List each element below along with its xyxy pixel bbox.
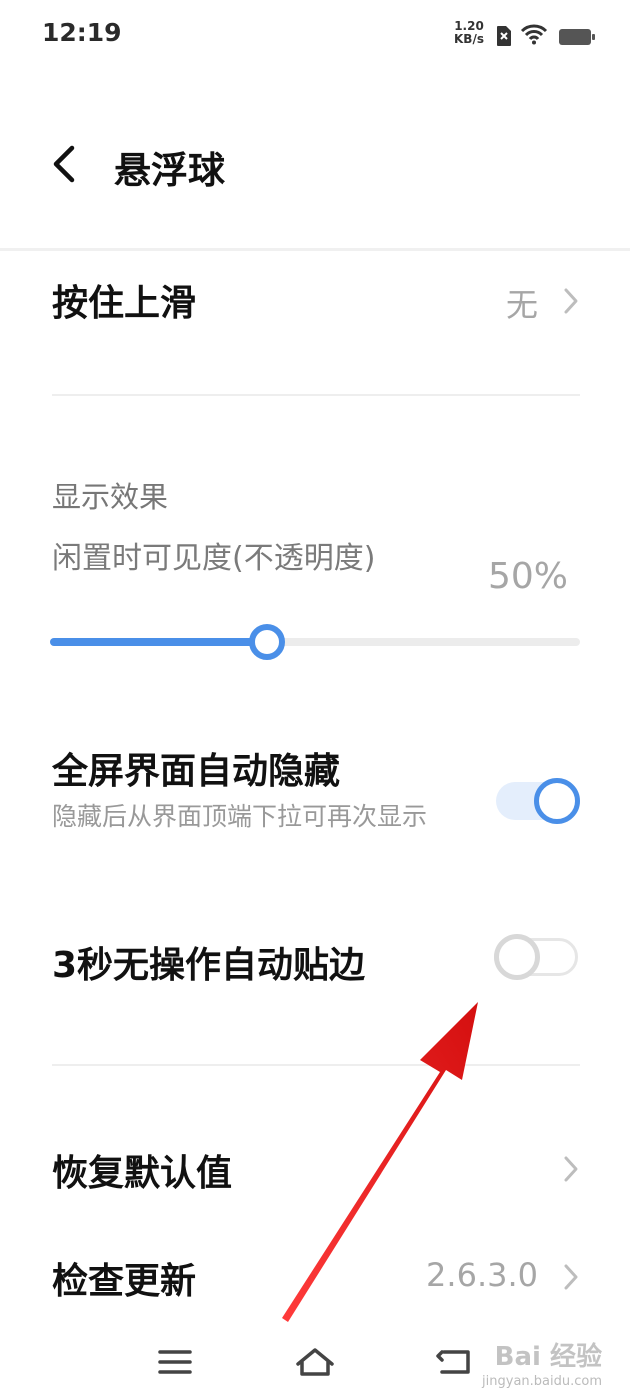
auto-hide-fullscreen-toggle[interactable]: [496, 778, 580, 824]
idle-opacity-label: 闲置时可见度(不透明度): [52, 541, 376, 576]
recents-button[interactable]: [150, 1342, 200, 1382]
page-title: 悬浮球: [114, 149, 225, 192]
watermark-url: jingyan.baidu.com: [482, 1374, 602, 1389]
status-time: 12:19: [42, 18, 122, 47]
slider-fill: [50, 638, 267, 646]
slider-thumb[interactable]: [249, 624, 285, 660]
swipe-up-value: 无: [505, 286, 538, 324]
toggle-knob: [534, 778, 580, 824]
header-divider: [0, 248, 630, 251]
home-icon: [296, 1348, 334, 1376]
idle-opacity-value: 50%: [487, 556, 568, 597]
back-icon: [436, 1350, 470, 1374]
nav-back-button[interactable]: [430, 1342, 480, 1382]
home-button[interactable]: [290, 1342, 340, 1382]
battery-icon: [559, 29, 595, 45]
sim-off-icon: [497, 26, 511, 46]
menu-icon: [158, 1350, 192, 1374]
page-header: 悬浮球: [0, 120, 630, 210]
watermark-logo: Bai 经验: [494, 1342, 602, 1372]
auto-dock-toggle[interactable]: [494, 934, 578, 980]
status-bar: 12:19 1.20 KB/s: [0, 0, 630, 70]
idle-opacity-slider[interactable]: [50, 624, 580, 660]
auto-hide-fullscreen-description: 隐藏后从界面顶端下拉可再次显示: [52, 802, 428, 831]
chevron-left-icon: [53, 145, 75, 183]
swipe-up-label: 按住上滑: [52, 283, 197, 324]
section-title-display: 显示效果: [52, 480, 169, 514]
net-speed-unit: KB/s: [454, 32, 484, 46]
divider: [52, 394, 580, 396]
chevron-right-icon: [564, 1264, 578, 1290]
chevron-right-icon: [564, 288, 578, 314]
annotation-arrow-icon: [282, 1002, 478, 1322]
toggle-knob: [494, 934, 540, 980]
swipe-up-setting[interactable]: 按住上滑 无: [52, 274, 580, 334]
wifi-icon: [520, 24, 548, 45]
net-speed: 1.20 KB/s: [450, 20, 488, 46]
chevron-right-icon: [564, 1156, 578, 1182]
back-button[interactable]: [44, 142, 84, 186]
